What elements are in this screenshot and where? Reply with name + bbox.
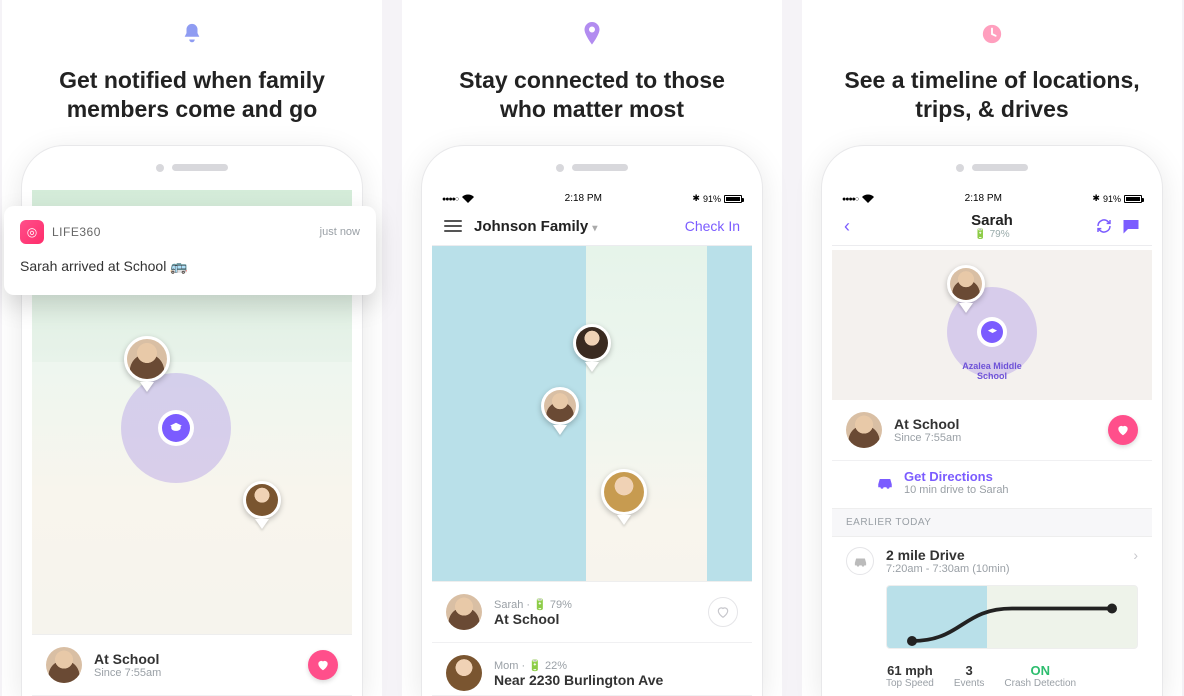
- feature-panel-notifications: Get notified when familymembers come and…: [2, 0, 382, 696]
- drive-mini-map[interactable]: [886, 585, 1138, 649]
- avatar-pin[interactable]: [947, 265, 985, 313]
- drive-sub: 7:20am - 7:30am (10min): [886, 563, 1121, 575]
- avatar-pin[interactable]: [124, 336, 170, 392]
- notification-time: just now: [320, 226, 360, 238]
- school-pin-icon: [981, 321, 1003, 343]
- refresh-icon[interactable]: [1096, 218, 1112, 234]
- panel-title: Get notified when familymembers come and…: [39, 66, 345, 124]
- location-card: At School Since 7:55am: [32, 634, 352, 696]
- member-location: Near 2230 Burlington Ave: [494, 672, 738, 688]
- pin-icon: [578, 20, 606, 48]
- drive-title: 2 mile Drive: [886, 547, 1121, 563]
- chevron-right-icon: ›: [1133, 547, 1138, 563]
- member-name: Sarah: [894, 212, 1090, 229]
- avatar-pin[interactable]: [243, 481, 281, 529]
- battery-icon: [1124, 195, 1142, 203]
- get-directions-row[interactable]: Get Directions 10 min drive to Sarah: [832, 461, 1152, 508]
- status-time: 2:18 PM: [965, 193, 1002, 204]
- back-button[interactable]: ‹: [844, 216, 850, 237]
- place-label: Azalea Middle School: [952, 361, 1032, 381]
- panel-title: Stay connected to thosewho matter most: [439, 66, 745, 124]
- location-since: Since 7:55am: [94, 667, 296, 679]
- location-row[interactable]: At School Since 7:55am: [32, 635, 352, 696]
- location-title: At School: [94, 651, 296, 667]
- heart-button[interactable]: [1108, 415, 1138, 445]
- wifi-icon: [462, 194, 474, 203]
- phone-mockup: 2:18 PM ✱91% Johnson Family ▾ Check In: [422, 146, 762, 696]
- school-pin-icon: [162, 414, 190, 442]
- avatar: [446, 655, 482, 691]
- phone-mockup: 2:18 PM ✱91% ‹ Sarah 🔋 79%: [822, 146, 1162, 696]
- chat-icon[interactable]: [1122, 218, 1140, 234]
- panel-title: See a timeline of locations,trips, & dri…: [824, 66, 1159, 124]
- avatar-pin[interactable]: [601, 469, 647, 525]
- member-meta: Sarah · 🔋 79%: [494, 598, 696, 611]
- status-bar: 2:18 PM ✱91%: [432, 190, 752, 208]
- avatar: [846, 412, 882, 448]
- check-in-button[interactable]: Check In: [685, 218, 740, 234]
- wifi-icon: [862, 194, 874, 203]
- avatar-pin[interactable]: [573, 324, 611, 372]
- notification-app-name: LIFE360: [52, 225, 312, 239]
- drive-row[interactable]: 2 mile Drive 7:20am - 7:30am (10min) ›: [832, 537, 1152, 581]
- current-location-row[interactable]: At School Since 7:55am: [832, 400, 1152, 461]
- nav-bar: Johnson Family ▾ Check In: [432, 208, 752, 246]
- menu-icon[interactable]: [444, 225, 462, 227]
- members-list: Sarah · 🔋 79% At School Mom · 🔋 22%: [432, 581, 752, 696]
- car-icon: [876, 475, 894, 489]
- feature-panel-connected: Stay connected to thosewho matter most 2…: [402, 0, 782, 696]
- car-icon: [846, 547, 874, 575]
- member-meta: Mom · 🔋 22%: [494, 659, 738, 672]
- location-title: At School: [894, 416, 1096, 432]
- avatar: [46, 647, 82, 683]
- feature-panel-timeline: See a timeline of locations,trips, & dri…: [802, 0, 1182, 696]
- member-row[interactable]: Mom · 🔋 22% Near 2230 Burlington Ave: [432, 643, 752, 696]
- member-location: At School: [494, 611, 696, 627]
- nav-bar: ‹ Sarah 🔋 79%: [832, 208, 1152, 246]
- section-label: EARLIER TODAY: [832, 508, 1152, 537]
- bell-icon: [178, 20, 206, 48]
- member-battery: 🔋 79%: [894, 229, 1090, 240]
- status-bar: 2:18 PM ✱91%: [832, 190, 1152, 208]
- avatar-pin[interactable]: [541, 387, 579, 435]
- app-icon: ◎: [20, 220, 44, 244]
- member-row[interactable]: Sarah · 🔋 79% At School: [432, 582, 752, 643]
- heart-outline-button[interactable]: [708, 597, 738, 627]
- location-since: Since 7:55am: [894, 432, 1096, 444]
- notification-body: Sarah arrived at School 🚌: [20, 258, 360, 275]
- push-notification[interactable]: ◎ LIFE360 just now Sarah arrived at Scho…: [4, 206, 376, 295]
- status-time: 2:18 PM: [565, 193, 602, 204]
- avatar: [446, 594, 482, 630]
- battery-icon: [724, 195, 742, 203]
- clock-icon: [978, 20, 1006, 48]
- circle-name[interactable]: Johnson Family ▾: [474, 218, 685, 235]
- heart-button[interactable]: [308, 650, 338, 680]
